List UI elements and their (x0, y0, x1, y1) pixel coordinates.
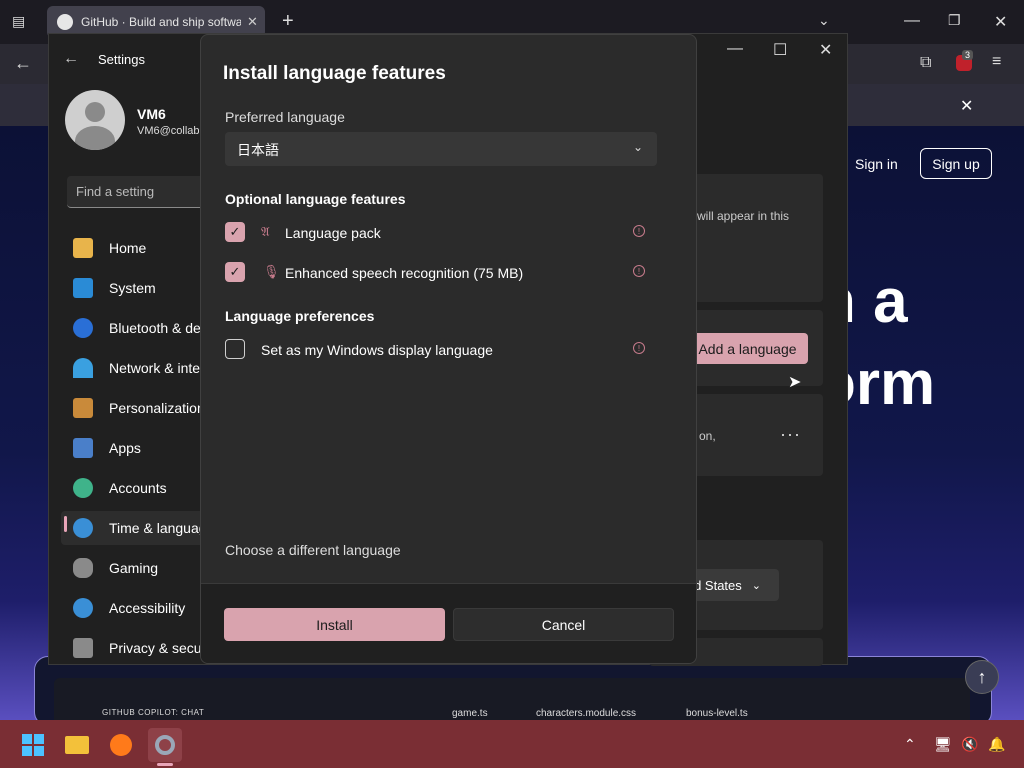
language-pack-checkbox[interactable]: ✓ (225, 222, 245, 242)
globe-icon (73, 518, 93, 538)
preferred-language-label: Preferred language (225, 109, 345, 125)
scroll-to-top-button[interactable]: ↑ (965, 660, 999, 694)
info-icon[interactable]: ! (633, 342, 645, 354)
settings-taskbar-button[interactable] (148, 728, 182, 762)
check-icon: ✓ (229, 264, 241, 279)
active-app-indicator (157, 763, 173, 766)
ide-tab: game.ts (452, 708, 488, 719)
nav-active-indicator (64, 516, 67, 532)
home-icon (73, 238, 93, 258)
preferred-language-value: 日本語 (237, 142, 279, 158)
apps-icon (73, 438, 93, 458)
tab-title: GitHub · Build and ship software (81, 15, 241, 29)
shield-icon (73, 638, 93, 658)
region-info-text: on, (699, 429, 716, 443)
chevron-down-icon: ⌄ (751, 579, 761, 592)
ide-chat-label: GITHUB COPILOT: CHAT (102, 708, 205, 717)
banner-close-icon[interactable]: ✕ (960, 96, 973, 116)
start-button[interactable] (16, 728, 50, 762)
preferred-language-select[interactable]: 日本語 ⌄ (225, 132, 657, 166)
language-preferences-heading: Language preferences (225, 308, 375, 324)
accessibility-icon (73, 598, 93, 618)
sign-in-link[interactable]: Sign in (855, 156, 898, 172)
ide-tab: bonus-level.ts (686, 708, 748, 719)
gear-icon (155, 735, 175, 755)
brush-icon (73, 398, 93, 418)
speech-recognition-checkbox[interactable]: ✓ (225, 262, 245, 282)
user-email: VM6@collab (137, 125, 200, 137)
sign-up-button[interactable]: Sign up (920, 148, 992, 179)
folder-icon (65, 736, 89, 754)
extension-badge: 3 (962, 50, 974, 60)
cancel-button[interactable]: Cancel (453, 608, 674, 641)
settings-close-icon[interactable]: ✕ (819, 40, 832, 60)
notifications-icon[interactable]: 🔔 (988, 736, 1005, 753)
firefox-icon (110, 734, 132, 756)
gamepad-icon (73, 558, 93, 578)
info-icon[interactable]: ! (633, 265, 645, 277)
system-icon (73, 278, 93, 298)
minimize-icon[interactable]: — (904, 12, 920, 30)
extensions-icon[interactable]: ⧉ (920, 54, 931, 72)
avatar (65, 90, 125, 150)
settings-maximize-icon[interactable]: ☐ (773, 40, 787, 60)
settings-minimize-icon[interactable]: — (727, 40, 743, 58)
speech-recognition-label: Enhanced speech recognition (75 MB) (285, 265, 524, 281)
install-button[interactable]: Install (224, 608, 445, 641)
chevron-down-icon: ⌄ (632, 140, 643, 154)
windows-icon (22, 734, 44, 756)
firefox-button[interactable] (104, 728, 138, 762)
file-explorer-button[interactable] (60, 728, 94, 762)
check-icon: ✓ (229, 224, 241, 239)
choose-different-language-link[interactable]: Choose a different language (225, 542, 401, 558)
dialog-title: Install language features (223, 63, 446, 84)
network-icon[interactable]: 🖥 (934, 736, 952, 753)
list-tabs-chevron-icon[interactable]: ⌄ (818, 12, 830, 29)
tab-list-icon[interactable]: ▤ (12, 13, 25, 30)
more-options-icon[interactable]: ··· (780, 424, 801, 445)
info-icon[interactable]: ! (633, 225, 645, 237)
tray-chevron-up-icon[interactable]: ⌃ (904, 736, 916, 753)
optional-features-heading: Optional language features (225, 191, 406, 207)
user-name: VM6 (137, 106, 166, 122)
restore-icon[interactable]: ❐ (948, 12, 961, 29)
cursor-icon: ➤ (788, 374, 802, 391)
back-arrow-icon[interactable]: ← (14, 53, 32, 74)
add-language-button[interactable]: Add a language (687, 333, 808, 364)
settings-title: Settings (98, 52, 145, 67)
accounts-icon (73, 478, 93, 498)
github-icon (57, 14, 73, 30)
close-tab-icon[interactable]: ✕ (247, 14, 258, 30)
arrow-up-icon: ↑ (977, 666, 987, 687)
language-pack-icon: 𝔄 (261, 224, 270, 239)
install-language-dialog: Install language features Preferred lang… (200, 34, 697, 664)
settings-back-icon[interactable]: ← (63, 50, 79, 68)
find-setting-input[interactable]: Find a setting (67, 176, 217, 208)
bluetooth-icon (73, 318, 93, 338)
display-language-checkbox[interactable] (225, 339, 245, 359)
volume-muted-icon[interactable]: 🔇 (961, 736, 978, 753)
ide-tab: characters.module.css (536, 708, 637, 719)
new-tab-button[interactable]: + (282, 10, 294, 33)
language-info-text: will appear in this (697, 209, 790, 223)
language-pack-label: Language pack (285, 225, 381, 241)
display-language-label: Set as my Windows display language (261, 342, 493, 358)
menu-icon[interactable]: ≡ (992, 53, 1001, 71)
wifi-icon (73, 358, 93, 378)
microphone-icon: 🎙 (263, 264, 280, 279)
close-window-icon[interactable]: ✕ (994, 12, 1007, 32)
